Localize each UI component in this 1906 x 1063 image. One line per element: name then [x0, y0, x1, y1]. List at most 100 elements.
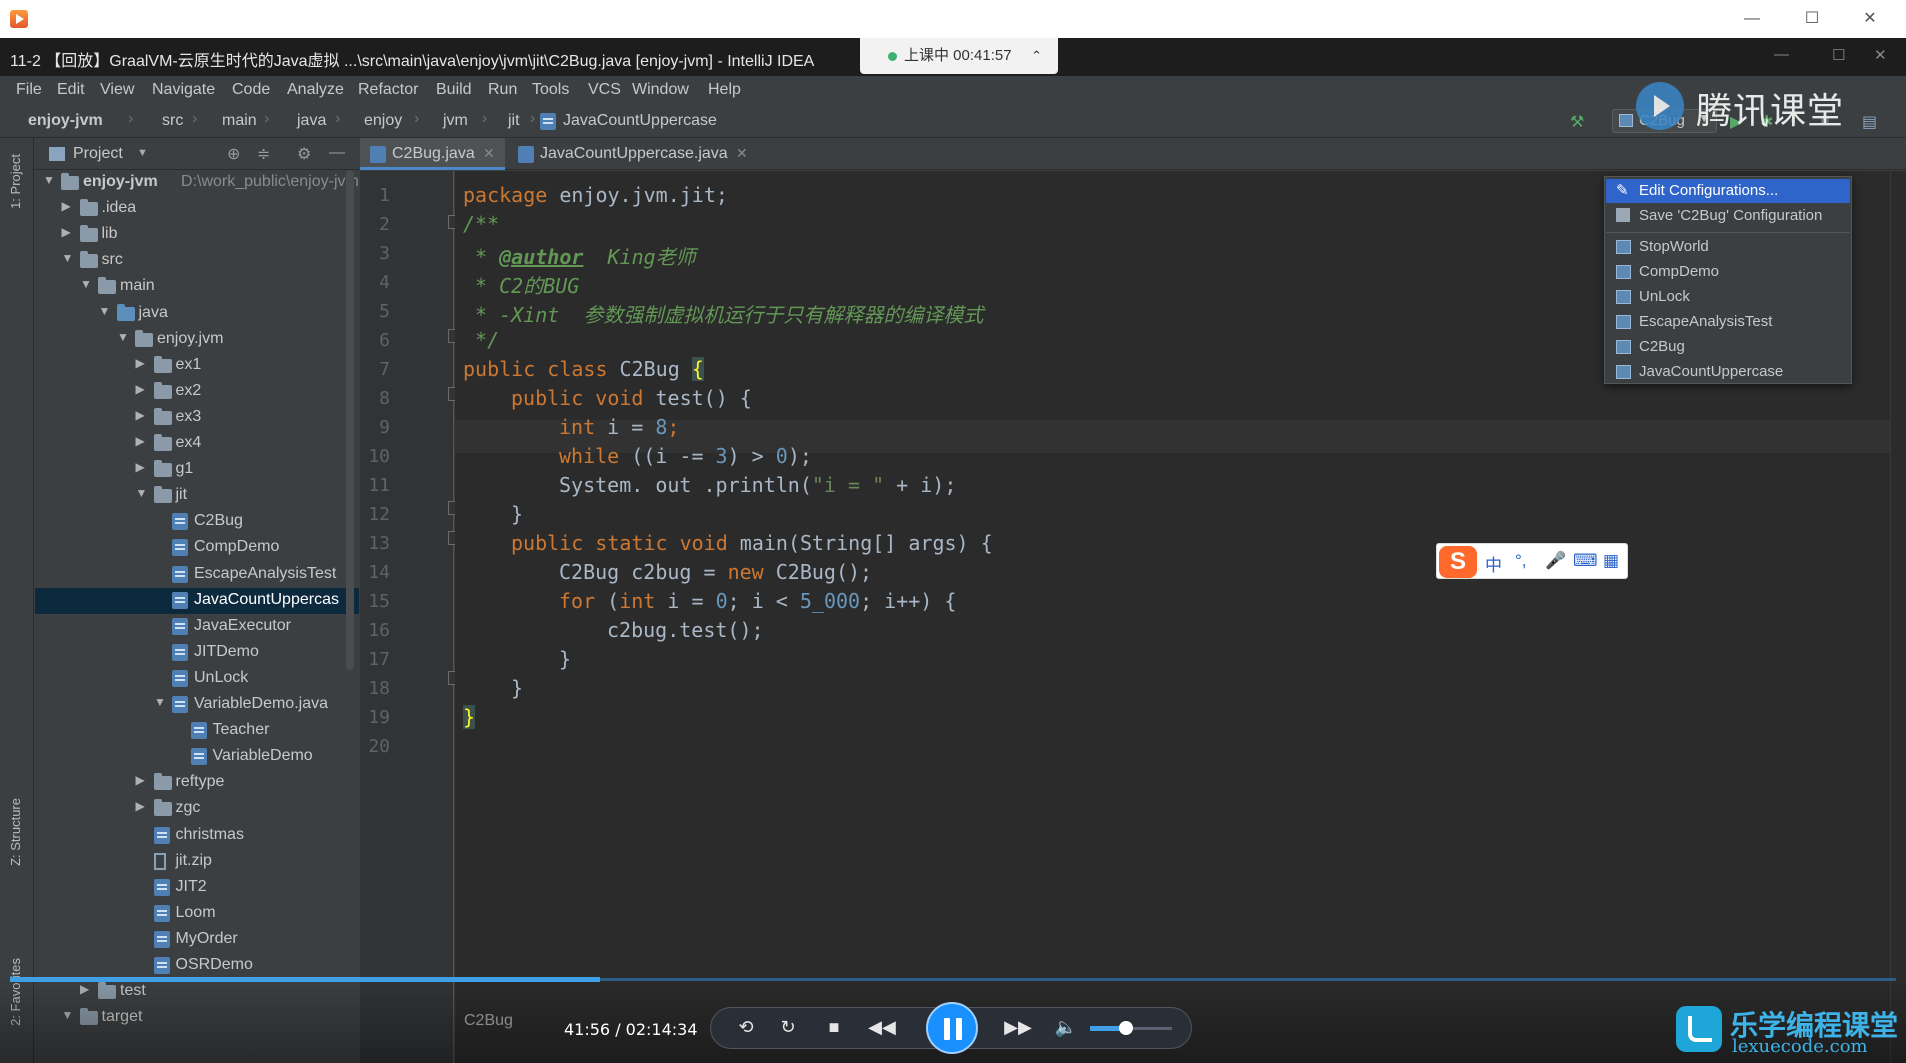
chevron-right-icon[interactable]: ▶: [136, 408, 145, 422]
menu-window[interactable]: Window: [632, 81, 689, 99]
close-icon[interactable]: ✕: [736, 145, 748, 162]
tree-item[interactable]: ▶ .idea: [35, 196, 359, 222]
tree-item[interactable]: jit.zip: [35, 849, 359, 875]
grid-icon[interactable]: ▦: [1603, 551, 1619, 571]
mic-icon[interactable]: 🎤: [1545, 551, 1566, 571]
menu-build[interactable]: Build: [436, 81, 472, 99]
menu-edit[interactable]: Edit: [57, 81, 85, 99]
tree-item[interactable]: ▼ enjoy-jvm D:\work_public\enjoy-jvm: [35, 170, 359, 196]
minimize-icon[interactable]: —: [1732, 6, 1772, 32]
locate-icon[interactable]: ⊕: [227, 144, 240, 164]
chevron-right-icon[interactable]: ▶: [62, 199, 71, 213]
tree-item[interactable]: ▶ zgc: [35, 796, 359, 822]
tree-item[interactable]: ▶ ex1: [35, 353, 359, 379]
tree-scrollbar[interactable]: [346, 170, 354, 670]
menu-refactor[interactable]: Refactor: [358, 81, 418, 99]
chevron-down-icon[interactable]: ▼: [137, 147, 148, 159]
chevron-down-icon[interactable]: ▼: [136, 486, 148, 500]
breadcrumb-java[interactable]: java: [297, 112, 326, 130]
chevron-right-icon[interactable]: ▶: [136, 434, 145, 448]
chevron-right-icon[interactable]: ▶: [136, 460, 145, 474]
sogou-logo-icon[interactable]: S: [1439, 546, 1477, 578]
ide-close-icon[interactable]: ✕: [1874, 46, 1887, 64]
volume-slider-handle[interactable]: [1119, 1021, 1133, 1035]
menu-help[interactable]: Help: [708, 81, 741, 99]
chevron-down-icon[interactable]: ▼: [62, 251, 74, 265]
tree-item[interactable]: ▼ java: [35, 301, 359, 327]
menu-item-config[interactable]: EscapeAnalysisTest: [1606, 310, 1850, 334]
menu-item-config[interactable]: JavaCountUppercase: [1606, 360, 1850, 384]
tree-item[interactable]: ▶ reftype: [35, 770, 359, 796]
chevron-up-icon[interactable]: ⌃: [1031, 38, 1042, 74]
tree-item[interactable]: christmas: [35, 823, 359, 849]
chevron-down-icon[interactable]: ▼: [99, 304, 111, 318]
tree-item[interactable]: ▶ ex4: [35, 431, 359, 457]
stop-icon[interactable]: ■: [819, 1017, 849, 1038]
close-icon[interactable]: ✕: [483, 145, 495, 162]
tree-item[interactable]: ▼ main: [35, 274, 359, 300]
live-badge[interactable]: 上课中 00:41:57 ⌃: [860, 38, 1058, 74]
tab-project[interactable]: 1: Project: [8, 154, 23, 209]
tree-item[interactable]: ▶ ex3: [35, 405, 359, 431]
tree-item[interactable]: ▼ src: [35, 248, 359, 274]
breadcrumb-jit[interactable]: jit: [508, 112, 520, 130]
hide-icon[interactable]: —: [329, 144, 345, 162]
chevron-down-icon[interactable]: ▼: [80, 277, 92, 291]
tree-item[interactable]: ▼ jit: [35, 483, 359, 509]
tree-item[interactable]: ▼ VariableDemo.java: [35, 692, 359, 718]
tree-item[interactable]: JavaExecutor: [35, 614, 359, 640]
ide-minimize-icon[interactable]: —: [1774, 46, 1789, 63]
tree-item[interactable]: Teacher: [35, 718, 359, 744]
gear-icon[interactable]: ⚙: [297, 144, 311, 164]
tree-item[interactable]: JITDemo: [35, 640, 359, 666]
collapse-icon[interactable]: ≑: [257, 144, 270, 164]
close-icon[interactable]: ✕: [1850, 6, 1890, 32]
tree-item[interactable]: Loom: [35, 901, 359, 927]
replay-icon[interactable]: ↻: [773, 1017, 803, 1038]
breadcrumb-jvm[interactable]: jvm: [443, 112, 468, 130]
error-stripe[interactable]: [1890, 171, 1906, 1063]
tree-item[interactable]: JavaCountUppercas: [35, 587, 359, 614]
tree-item[interactable]: EscapeAnalysisTest: [35, 562, 359, 588]
project-view-select[interactable]: Project: [73, 145, 123, 163]
project-structure-icon[interactable]: ▤: [1862, 112, 1877, 132]
menu-item-config[interactable]: CompDemo: [1606, 260, 1850, 284]
menu-file[interactable]: File: [16, 81, 42, 99]
menu-analyze[interactable]: Analyze: [287, 81, 344, 99]
tree-item[interactable]: JIT2: [35, 875, 359, 901]
tree-item[interactable]: UnLock: [35, 666, 359, 692]
tree-item[interactable]: ▼ enjoy.jvm: [35, 327, 359, 353]
menu-run[interactable]: Run: [488, 81, 517, 99]
maximize-icon[interactable]: ☐: [1792, 6, 1832, 32]
menu-item-config[interactable]: C2Bug: [1606, 335, 1850, 359]
chevron-right-icon[interactable]: ▶: [136, 382, 145, 396]
menu-item-config[interactable]: UnLock: [1606, 285, 1850, 309]
ime-language-toggle[interactable]: 中: [1485, 551, 1502, 576]
menu-vcs[interactable]: VCS: [588, 81, 621, 99]
menu-item-save-configuration[interactable]: Save 'C2Bug' Configuration: [1606, 204, 1850, 228]
tree-item[interactable]: ▶ ex2: [35, 379, 359, 405]
tab-structure[interactable]: Z: Structure: [8, 798, 23, 866]
ime-punctuation-toggle[interactable]: °,: [1515, 551, 1527, 571]
chevron-down-icon[interactable]: ▼: [154, 695, 166, 709]
ide-maximize-icon[interactable]: ☐: [1832, 46, 1845, 64]
tree-item[interactable]: ▶ lib: [35, 222, 359, 248]
loop-icon[interactable]: ⟲: [731, 1017, 761, 1038]
tree-item[interactable]: VariableDemo: [35, 744, 359, 770]
chevron-right-icon[interactable]: ▶: [62, 225, 71, 239]
breadcrumb-file[interactable]: JavaCountUppercase: [563, 112, 717, 130]
tree-item[interactable]: ▶ g1: [35, 457, 359, 483]
hammer-icon[interactable]: ⚒: [1570, 112, 1584, 132]
menu-tools[interactable]: Tools: [532, 81, 569, 99]
chevron-down-icon[interactable]: ▼: [117, 330, 129, 344]
rewind-icon[interactable]: ◀◀: [867, 1017, 897, 1038]
volume-icon[interactable]: 🔈: [1051, 1017, 1081, 1038]
breadcrumb-src[interactable]: src: [162, 112, 183, 130]
menu-code[interactable]: Code: [232, 81, 270, 99]
breadcrumb-enjoy[interactable]: enjoy: [364, 112, 402, 130]
pause-button[interactable]: [926, 1002, 978, 1054]
chevron-right-icon[interactable]: ▶: [136, 356, 145, 370]
tab-c2bug-java[interactable]: C2Bug.java ✕: [360, 138, 505, 170]
breadcrumb-main[interactable]: main: [222, 112, 257, 130]
chevron-down-icon[interactable]: ▼: [43, 173, 55, 187]
